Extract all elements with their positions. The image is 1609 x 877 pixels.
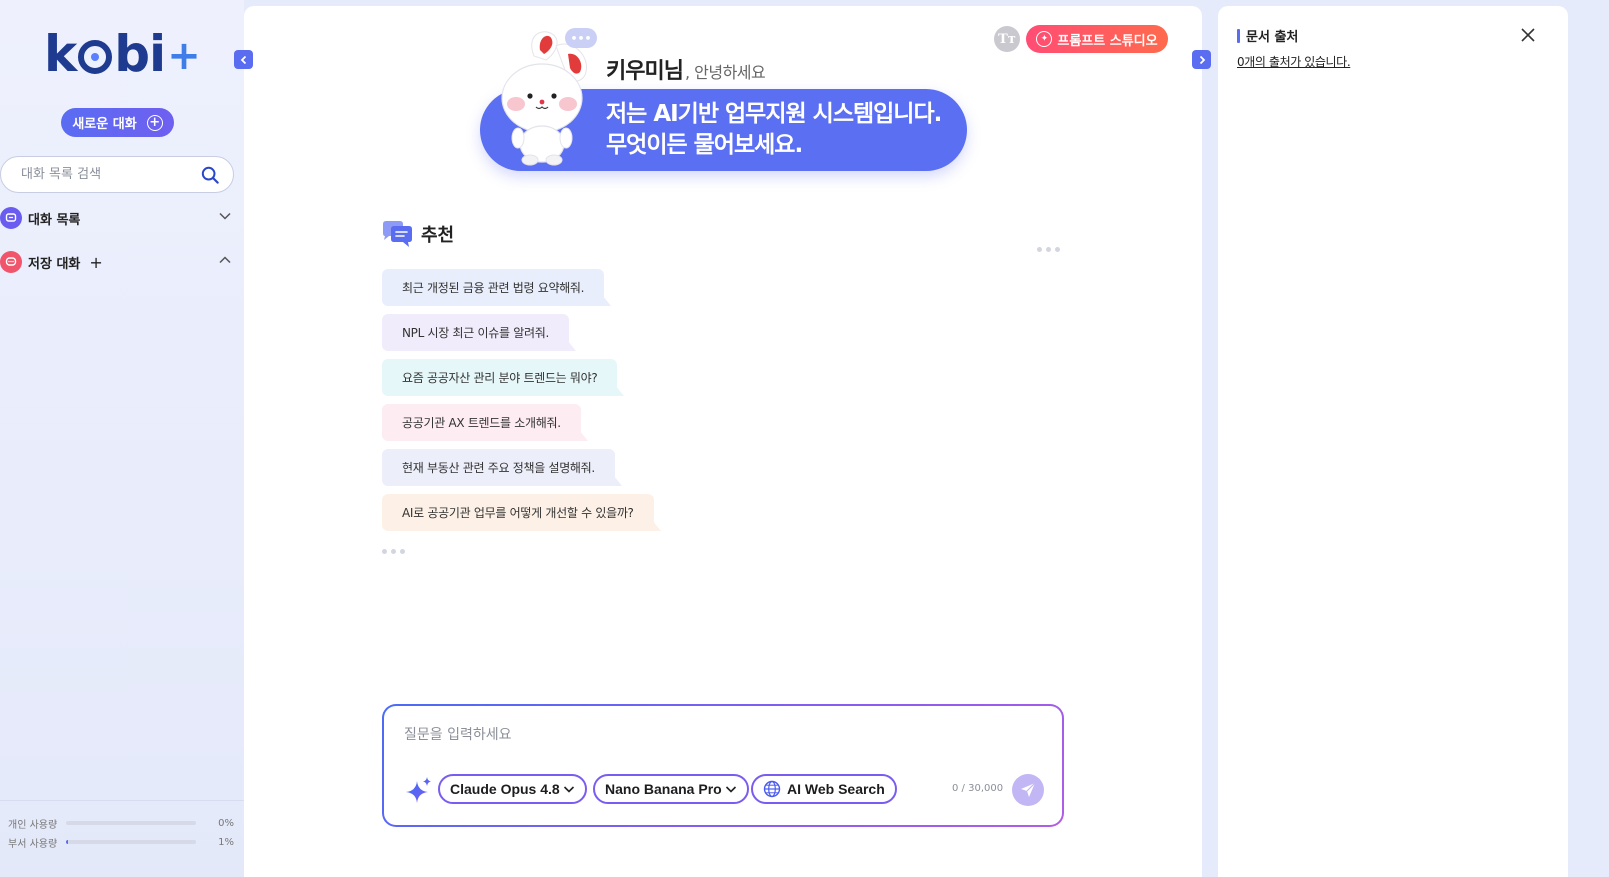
logo-text-k: k (44, 25, 77, 83)
sidebar: kbi+ 새로운 대화 + 대화 목록 저장 대화 + 개인 사용량 (0, 0, 244, 877)
new-chat-label: 새로운 대화 (72, 117, 137, 132)
sidebar-section-chat-list[interactable]: 대화 목록 (0, 206, 236, 230)
greeting-text: , 안녕하세요 (684, 63, 766, 82)
search-icon[interactable] (201, 166, 219, 184)
chevron-up-icon[interactable] (218, 253, 232, 267)
chevron-right-icon (1199, 55, 1205, 64)
font-size-button[interactable]: Tт (994, 26, 1020, 52)
globe-icon (763, 780, 781, 798)
web-search-label: AI Web Search (787, 781, 885, 797)
sidebar-section-label: 대화 목록 (28, 212, 81, 228)
usage-percent: 0% (218, 817, 234, 829)
web-search-toggle[interactable]: AI Web Search (751, 774, 897, 804)
greeting-user-name: 키우미님 (606, 59, 684, 84)
recommend-title: 추천 (421, 225, 455, 246)
recommendation-item[interactable]: 공공기관 AX 트렌드를 소개해줘. (382, 404, 588, 441)
model-select-label: Claude Opus 4.8 (450, 781, 560, 797)
typing-bubble: ••• (565, 28, 597, 48)
prompt-studio-button[interactable]: ✦ 프롬프트 스튜디오 (1026, 25, 1168, 53)
chevron-left-icon (240, 55, 246, 64)
usage-bar (66, 840, 196, 844)
chat-input-box: Claude Opus 4.8 Nano Banana Pro AI Web S… (382, 704, 1064, 827)
loading-dots (382, 549, 405, 554)
logo-plus: + (167, 33, 201, 79)
sources-title: 문서 출처 (1237, 26, 1298, 45)
more-options-icon[interactable] (1037, 247, 1060, 252)
model-select-dropdown[interactable]: Claude Opus 4.8 (438, 774, 587, 804)
usage-row-department: 부서 사용량 1% (8, 835, 234, 850)
close-icon[interactable] (1519, 26, 1537, 44)
recommend-header: 추천 (381, 220, 454, 248)
image-model-select-label: Nano Banana Pro (605, 781, 722, 797)
chat-main-panel: Tт ✦ 프롬프트 스튜디오 저는 AI기반 업무지원 시스템입니다. 무엇이든… (244, 6, 1202, 877)
chevron-down-icon[interactable] (218, 209, 232, 223)
usage-label: 부서 사용량 (8, 838, 58, 850)
recommendation-item[interactable]: 최근 개정된 금융 관련 법령 요약해줘. (382, 269, 612, 306)
new-chat-button[interactable]: 새로운 대화 + (61, 108, 174, 137)
sparkle-icon[interactable] (404, 775, 434, 805)
window-edge (1568, 0, 1609, 877)
usage-bar-fill (66, 840, 68, 844)
greeting: 키우미님 , 안녕하세요 (606, 53, 766, 85)
chat-list-icon (0, 207, 22, 229)
saved-chat-icon (0, 251, 22, 273)
document-sources-panel: 문서 출처 0개의 출처가 있습니다. (1218, 6, 1568, 877)
logo-text-bi: bi (114, 25, 166, 83)
usage-bar (66, 821, 196, 825)
usage-row-personal: 개인 사용량 0% (8, 816, 234, 831)
usage-percent: 1% (218, 836, 234, 848)
recommendation-item[interactable]: 현재 부동산 관련 주요 정책을 설명해줘. (382, 449, 622, 486)
sidebar-section-saved-chats[interactable]: 저장 대화 + (0, 250, 236, 274)
plus-circle-icon: + (146, 114, 163, 131)
usage-label: 개인 사용량 (8, 819, 58, 831)
logo-o-mark (78, 40, 113, 74)
chevron-down-icon (563, 786, 574, 793)
chat-input-field[interactable] (404, 724, 1024, 748)
sources-count-link[interactable]: 0개의 출처가 있습니다. (1237, 53, 1351, 70)
kobi-logo[interactable]: k bi + (44, 25, 201, 83)
chat-search-box (0, 156, 234, 193)
add-saved-chat-button[interactable]: + (89, 253, 102, 272)
chevron-down-icon (725, 786, 736, 793)
char-counter: 0 / 30,000 (952, 783, 1004, 794)
usage-panel: 개인 사용량 0% 부서 사용량 1% (0, 800, 244, 877)
image-model-select-dropdown[interactable]: Nano Banana Pro (593, 774, 749, 804)
send-icon (1021, 782, 1036, 797)
title-accent-bar (1237, 28, 1240, 43)
recommendation-item[interactable]: AI로 공공기관 업무를 어떻게 개선할 수 있을까? (382, 494, 661, 531)
chat-bubbles-icon (383, 221, 412, 247)
toggle-right-panel-button[interactable] (1192, 50, 1211, 69)
collapse-sidebar-button[interactable] (234, 50, 253, 69)
send-button[interactable] (1012, 774, 1044, 806)
sidebar-section-label: 저장 대화 (28, 256, 81, 272)
hero-line-2: 무엇이든 물어보세요. (606, 132, 803, 158)
recommendation-item[interactable]: NPL 시장 최근 이슈를 알려줘. (382, 314, 576, 351)
hero-line-1: 저는 AI기반 업무지원 시스템입니다. (606, 101, 942, 127)
sparkle-icon: ✦ (1036, 31, 1053, 47)
chat-input-inner: Claude Opus 4.8 Nano Banana Pro AI Web S… (384, 706, 1062, 825)
chat-search-input[interactable] (21, 167, 191, 182)
recommendation-item[interactable]: 요즘 공공자산 관리 분야 트렌드는 뭐야? (382, 359, 625, 396)
prompt-studio-label: 프롬프트 스튜디오 (1057, 33, 1158, 49)
sources-title-text: 문서 출처 (1246, 30, 1299, 45)
